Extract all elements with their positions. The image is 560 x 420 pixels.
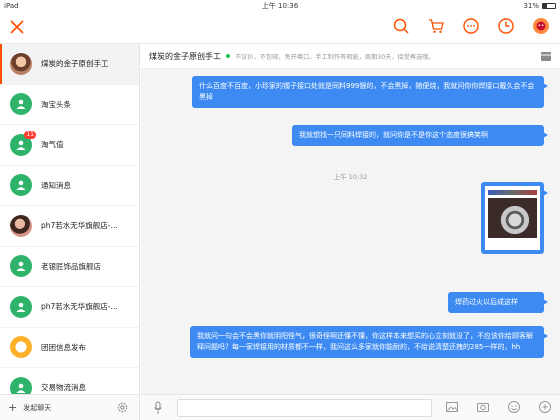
user-icon: [16, 140, 26, 150]
message-icon[interactable]: [462, 17, 480, 35]
conversation-name: ph7若水无华旗舰店-…: [41, 302, 118, 312]
profile-icon[interactable]: [532, 17, 550, 35]
conversation-item[interactable]: 通知消息: [0, 166, 139, 206]
image-photo: [488, 198, 537, 238]
conversation-name: 老银匠饰品旗舰店: [41, 261, 101, 271]
avatar: [10, 214, 32, 237]
chat-title: 煤炭的金子原创手工: [149, 51, 221, 61]
conversation-item[interactable]: 淘宝头条: [0, 85, 139, 125]
gear-icon[interactable]: [116, 401, 129, 414]
avatar: 11: [10, 130, 36, 156]
plus-icon: +: [8, 401, 18, 414]
message-bubble: 什么百度不百度，小珍家的镯子接口处就是同料999银的，不会黑掉，随便烧，我就问你…: [192, 76, 548, 108]
image-icon[interactable]: [445, 400, 459, 414]
message-bubble: 我就想找一只同料焊接的，就问你是不是你这个态度很搞笑啊: [292, 125, 548, 146]
conversation-item[interactable]: 煤炭的金子原创手工: [0, 44, 139, 85]
message-area: 什么百度不百度，小珍家的镯子接口处就是同料999银的，不会黑掉，随便烧，我就问你…: [141, 69, 560, 394]
message-bubble: 焊药过火以后成这样: [448, 292, 548, 313]
input-tools: [445, 400, 552, 414]
avatar: [10, 174, 32, 197]
status-time: 上午 10:36: [261, 1, 299, 10]
avatar: [10, 93, 32, 116]
avatar: [10, 295, 32, 318]
conversation-name: 淘宝头条: [41, 99, 71, 109]
start-chat-label: 发起聊天: [23, 403, 52, 412]
history-icon[interactable]: [497, 17, 515, 35]
conversation-name: ph7若水无华旗舰店-…: [41, 221, 118, 231]
camera-icon[interactable]: [476, 400, 490, 414]
microphone-icon[interactable]: [153, 401, 163, 415]
status-bar: iPad 上午 10:36 31%: [0, 0, 560, 11]
image-message[interactable]: [481, 182, 548, 254]
emoji-icon[interactable]: [507, 400, 521, 414]
avatar: [10, 336, 32, 359]
avatar: [10, 255, 32, 278]
conversation-item[interactable]: 团团信息发布: [0, 328, 139, 368]
message-bubble: 我就问一句会不会黑你就阴阳怪气，很奇怪啊还懂不懂，你这样本来想买的心立刻就没了，…: [190, 326, 548, 358]
shop-icon[interactable]: [540, 51, 552, 62]
user-icon: [16, 302, 26, 312]
chat-header: 煤炭的金子原创手工 不议价，不包邮，免开尊口，手工制作有瑕疵，周期30天，接受再…: [141, 44, 560, 69]
avatar: [10, 52, 32, 75]
message-input[interactable]: [177, 398, 432, 417]
cart-icon[interactable]: [427, 17, 445, 35]
user-icon: [16, 180, 26, 191]
conversation-name: 团团信息发布: [41, 342, 86, 352]
online-status-dot: [226, 54, 230, 58]
conversation-item[interactable]: 11 淘气值: [0, 125, 139, 166]
search-icon[interactable]: [392, 17, 410, 35]
input-bar: [141, 394, 560, 420]
conversation-item[interactable]: 老银匠饰品旗舰店: [0, 247, 139, 287]
user-icon: [16, 261, 26, 272]
close-icon[interactable]: [8, 18, 26, 36]
conversation-name: 通知消息: [41, 180, 71, 190]
conversation-name: 交易物流消息: [41, 383, 86, 393]
user-icon: [16, 383, 26, 393]
conversation-name: 淘气值: [41, 140, 64, 150]
start-chat-button[interactable]: + 发起聊天: [0, 394, 140, 420]
unread-badge: 11: [24, 130, 36, 139]
image-strip: [488, 190, 537, 195]
message-timestamp: 上午 10:32: [333, 173, 368, 181]
shop-notice: 不议价，不包邮，免开尊口，手工制作有瑕疵，周期30天，接受再选哦。: [235, 53, 435, 61]
top-bar: [0, 11, 560, 44]
user-icon: [16, 99, 26, 110]
conversation-name: 煤炭的金子原创手工: [41, 59, 109, 69]
conversation-list: 煤炭的金子原创手工 淘宝头条 11 淘气值 通知消息 ph7若水无华旗舰店-… …: [0, 44, 140, 409]
conversation-item[interactable]: ph7若水无华旗舰店-…: [0, 287, 139, 328]
more-icon[interactable]: [538, 400, 552, 414]
top-icons: [392, 17, 550, 35]
message-image: [485, 186, 540, 250]
conversation-item[interactable]: ph7若水无华旗舰店-…: [0, 206, 139, 247]
battery-icon: [542, 2, 556, 9]
